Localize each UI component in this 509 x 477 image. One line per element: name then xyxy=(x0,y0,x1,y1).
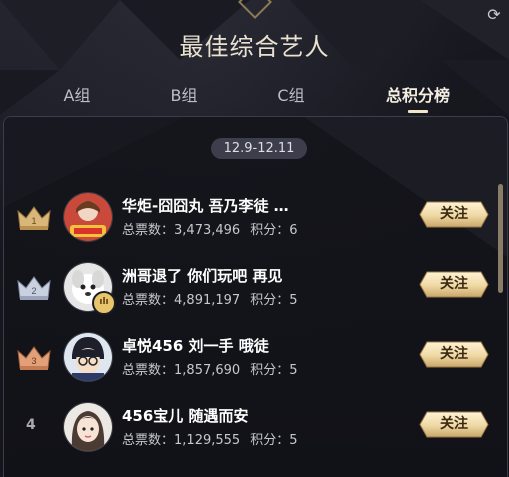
points-value: 5 xyxy=(289,433,298,448)
points-value: 5 xyxy=(289,293,298,308)
ranking-row: 1 华炬-囧囧丸 吾乃李徒 … 总票数：3,473,496 积分：6 关注 xyxy=(4,184,494,254)
votes-label: 总票数： xyxy=(122,223,175,238)
date-range-badge: 12.9-12.11 xyxy=(211,138,307,159)
artist-name: 456宝儿 随遇而安 xyxy=(122,407,249,425)
avatar[interactable] xyxy=(63,192,113,242)
artist-name: 卓悦456 刘一手 哦徒 xyxy=(122,337,269,355)
votes-value: 1,857,690 xyxy=(174,363,241,378)
votes-label: 总票数： xyxy=(122,293,175,308)
rank-number: 4 xyxy=(26,417,36,433)
svg-text:1: 1 xyxy=(31,216,36,226)
votes-value: 4,891,197 xyxy=(174,293,241,308)
follow-button[interactable]: 关注 xyxy=(419,411,489,438)
refresh-icon[interactable]: ⟳ xyxy=(485,6,503,24)
group-tabs: A组 B组 C组 总积分榜 xyxy=(0,82,509,113)
tab-group-a[interactable]: A组 xyxy=(64,82,91,106)
artist-stats: 总票数：1,129,555 积分：5 xyxy=(122,429,297,448)
artist-name: 华炬-囧囧丸 吾乃李徒 … xyxy=(122,197,289,215)
crown-silver-icon: 2 xyxy=(17,276,51,300)
votes-value: 1,129,555 xyxy=(174,433,241,448)
votes-label: 总票数： xyxy=(122,363,175,378)
votes-value: 3,473,496 xyxy=(174,223,241,238)
follow-button[interactable]: 关注 xyxy=(419,271,489,298)
page-title: 最佳综合艺人 xyxy=(179,33,330,61)
scrollbar[interactable] xyxy=(498,184,503,293)
follow-button[interactable]: 关注 xyxy=(419,341,489,368)
svg-text:2: 2 xyxy=(31,286,36,296)
tab-total-points[interactable]: 总积分榜 xyxy=(386,82,450,113)
tab-group-b[interactable]: B组 xyxy=(171,82,198,106)
tab-group-c[interactable]: C组 xyxy=(277,82,304,106)
votes-label: 总票数： xyxy=(122,433,175,448)
svg-text:3: 3 xyxy=(31,356,36,366)
crown-bronze-icon: 3 xyxy=(17,346,51,370)
points-label: 积分： xyxy=(250,223,290,238)
artist-stats: 总票数：3,473,496 积分：6 xyxy=(122,219,297,238)
points-value: 5 xyxy=(289,363,298,378)
artist-stats: 总票数：1,857,690 积分：5 xyxy=(122,359,297,378)
points-label: 积分： xyxy=(250,433,290,448)
points-label: 积分： xyxy=(250,293,290,308)
ranking-row: 4 456宝儿 随遇而安 总票数：1,129,555 积分：5 关注 xyxy=(4,394,494,464)
follow-button[interactable]: 关注 xyxy=(419,201,489,228)
avatar[interactable] xyxy=(63,332,113,382)
ranking-row: 3 卓悦456 刘一手 哦徒 总票数：1,857,690 积分：5 关注 xyxy=(4,324,494,394)
crown-gold-icon: 1 xyxy=(17,206,51,230)
active-tab-indicator xyxy=(407,110,428,113)
ranking-panel: 12.9-12.11 1 华炬-囧囧丸 吾乃李徒 … 总票数：3,473,496… xyxy=(3,116,508,477)
artist-stats: 总票数：4,891,197 积分：5 xyxy=(122,289,297,308)
live-status-icon: ılı xyxy=(92,291,116,315)
ranking-row: 2 ılı 洲哥退了 你们玩吧 再见 总票数：4,891,197 积分：5 关注 xyxy=(4,254,494,324)
artist-name: 洲哥退了 你们玩吧 再见 xyxy=(122,267,283,285)
avatar[interactable] xyxy=(63,402,113,452)
points-value: 6 xyxy=(289,223,298,238)
points-label: 积分： xyxy=(250,363,290,378)
